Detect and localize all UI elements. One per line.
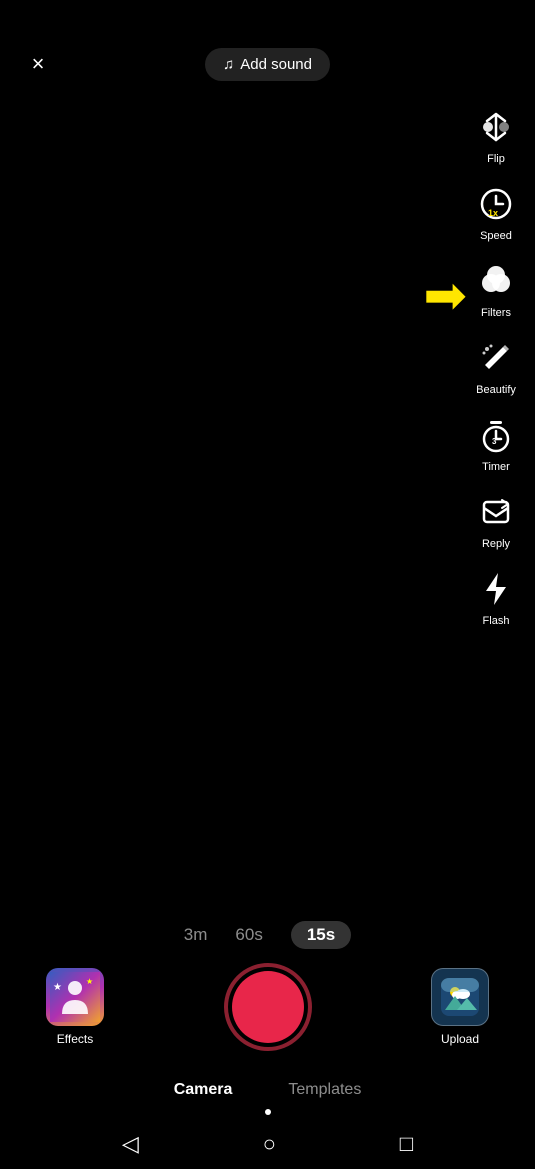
duration-selector: 3m 60s 15s — [0, 911, 535, 963]
reply-label: Reply — [482, 538, 510, 550]
beautify-tool[interactable]: Beautify — [469, 331, 523, 400]
flip-label: Flip — [487, 153, 505, 165]
upload-icon — [431, 968, 489, 1026]
tab-camera[interactable]: Camera — [166, 1077, 241, 1103]
duration-15s[interactable]: 15s — [291, 921, 351, 949]
back-button[interactable]: ◁ — [122, 1131, 139, 1157]
add-sound-button[interactable]: ♫ Add sound — [205, 48, 330, 81]
effects-thumbnail: ★ ★ — [46, 968, 104, 1026]
speed-icon: 1x — [473, 181, 519, 227]
timer-icon: 3 — [473, 412, 519, 458]
top-bar: × ♫ Add sound — [0, 36, 535, 92]
recents-button[interactable]: □ — [400, 1131, 413, 1157]
flip-tool[interactable]: Flip — [469, 100, 523, 169]
flip-icon — [473, 104, 519, 150]
record-button-inner — [232, 971, 304, 1043]
svg-text:★: ★ — [86, 977, 93, 986]
duration-3m[interactable]: 3m — [184, 925, 208, 945]
bottom-tabs: Camera Templates — [0, 1067, 535, 1109]
reply-tool[interactable]: Reply — [469, 485, 523, 554]
upload-label: Upload — [441, 1032, 479, 1046]
effects-button[interactable]: ★ ★ Effects — [40, 968, 110, 1046]
record-button[interactable] — [224, 963, 312, 1051]
effects-label: Effects — [57, 1032, 93, 1046]
yellow-arrow-indicator: ➡ — [423, 270, 467, 322]
add-sound-label: Add sound — [240, 56, 312, 73]
tab-templates[interactable]: Templates — [280, 1077, 369, 1103]
right-tools-panel: Flip 1x Speed Filters — [469, 100, 523, 631]
flash-label: Flash — [483, 615, 510, 627]
tab-indicator-row — [0, 1109, 535, 1121]
filters-icon — [473, 258, 519, 304]
beautify-label: Beautify — [476, 384, 516, 396]
close-button[interactable]: × — [20, 46, 56, 82]
flash-icon — [473, 566, 519, 612]
duration-60s[interactable]: 60s — [235, 925, 262, 945]
home-button[interactable]: ○ — [263, 1131, 276, 1157]
home-indicator-row: ◁ ○ □ — [0, 1121, 535, 1169]
svg-text:★: ★ — [53, 982, 62, 993]
timer-label: Timer — [482, 461, 510, 473]
bottom-area: 3m 60s 15s — [0, 911, 535, 1169]
filters-label: Filters — [481, 307, 511, 319]
effects-thumbnail-art: ★ ★ — [46, 968, 104, 1026]
speed-tool[interactable]: 1x Speed — [469, 177, 523, 246]
tab-active-indicator — [265, 1109, 271, 1115]
reply-icon — [473, 489, 519, 535]
filters-tool[interactable]: Filters — [469, 254, 523, 323]
flash-tool[interactable]: Flash — [469, 562, 523, 631]
record-row: ★ ★ Effects — [0, 963, 535, 1067]
beautify-icon — [473, 335, 519, 381]
upload-button[interactable]: Upload — [425, 968, 495, 1046]
svg-text:1x: 1x — [488, 208, 498, 218]
svg-text:3: 3 — [492, 437, 497, 446]
speed-label: Speed — [480, 230, 512, 242]
music-note-icon: ♫ — [223, 56, 234, 73]
timer-tool[interactable]: 3 Timer — [469, 408, 523, 477]
